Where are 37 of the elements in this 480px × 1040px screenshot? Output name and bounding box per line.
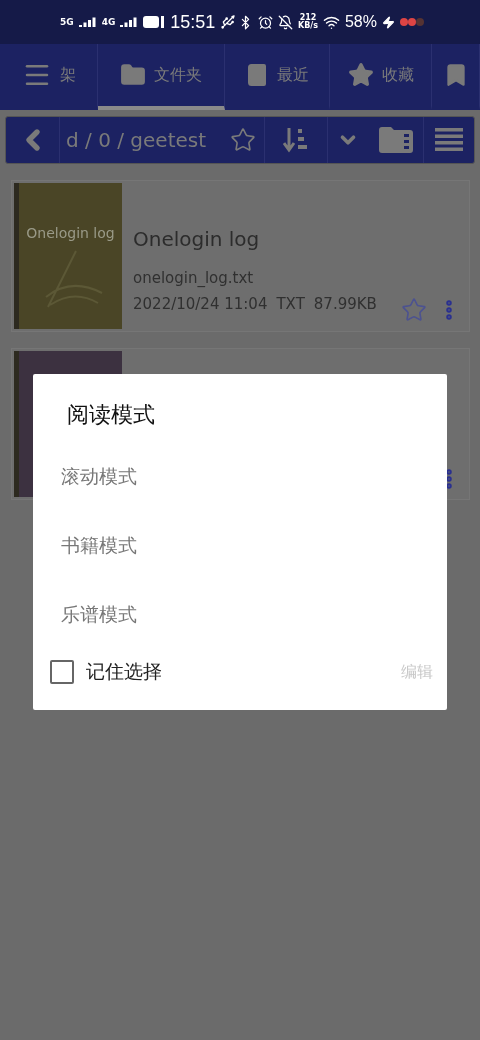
- star-icon[interactable]: [401, 297, 427, 323]
- file-size: 87.99KB: [313, 295, 377, 313]
- tab[interactable]: 最近: [225, 44, 330, 110]
- dialog-title: 阅读模式: [67, 401, 156, 429]
- star-icon[interactable]: [230, 127, 256, 153]
- book-title: Onelogin log: [133, 227, 261, 251]
- file-type: TXT: [276, 295, 305, 313]
- mode-option[interactable]: 滚动模式: [61, 464, 137, 533]
- battery-level: 58%: [344, 13, 377, 31]
- star-icon: [347, 62, 374, 88]
- file-date: 2022/10/24 11:04: [133, 295, 268, 313]
- charging-icon: [382, 15, 395, 29]
- book-icon: [245, 63, 269, 87]
- checkbox-label: 记住选择: [86, 659, 162, 684]
- file-name: onelogin_log.txt: [133, 269, 255, 287]
- usb-icon: [220, 14, 237, 30]
- alarm-icon: [258, 14, 273, 30]
- folder-grid-icon[interactable]: [378, 127, 413, 153]
- bell-off-icon: [278, 14, 293, 30]
- list-menu-icon[interactable]: [435, 128, 463, 152]
- network-label: 4G: [101, 17, 116, 27]
- speed-unit: KB/s: [298, 22, 318, 30]
- signal-icon: [78, 17, 97, 27]
- sort-icon[interactable]: [283, 126, 309, 154]
- book-card[interactable]: Onelogin log Onelogin log onelogin_log.txt 2022/10/24 11:04 TXT 87.99KB: [11, 180, 470, 332]
- checkbox[interactable]: [50, 660, 74, 684]
- tab[interactable]: 架: [0, 44, 98, 110]
- folder-path: d / 0 / geetest: [66, 128, 207, 152]
- tab[interactable]: 文件夹: [98, 44, 225, 110]
- speed-value: 212: [299, 14, 317, 22]
- tab[interactable]: 收藏: [330, 44, 432, 110]
- folder-icon: [120, 62, 146, 88]
- signal-icon: [120, 17, 139, 27]
- clock-time: 15:51: [170, 11, 216, 33]
- cover-title: Onelogin log: [26, 225, 115, 241]
- network-label: 5G: [60, 17, 74, 27]
- mode-option[interactable]: 书籍模式: [61, 533, 137, 602]
